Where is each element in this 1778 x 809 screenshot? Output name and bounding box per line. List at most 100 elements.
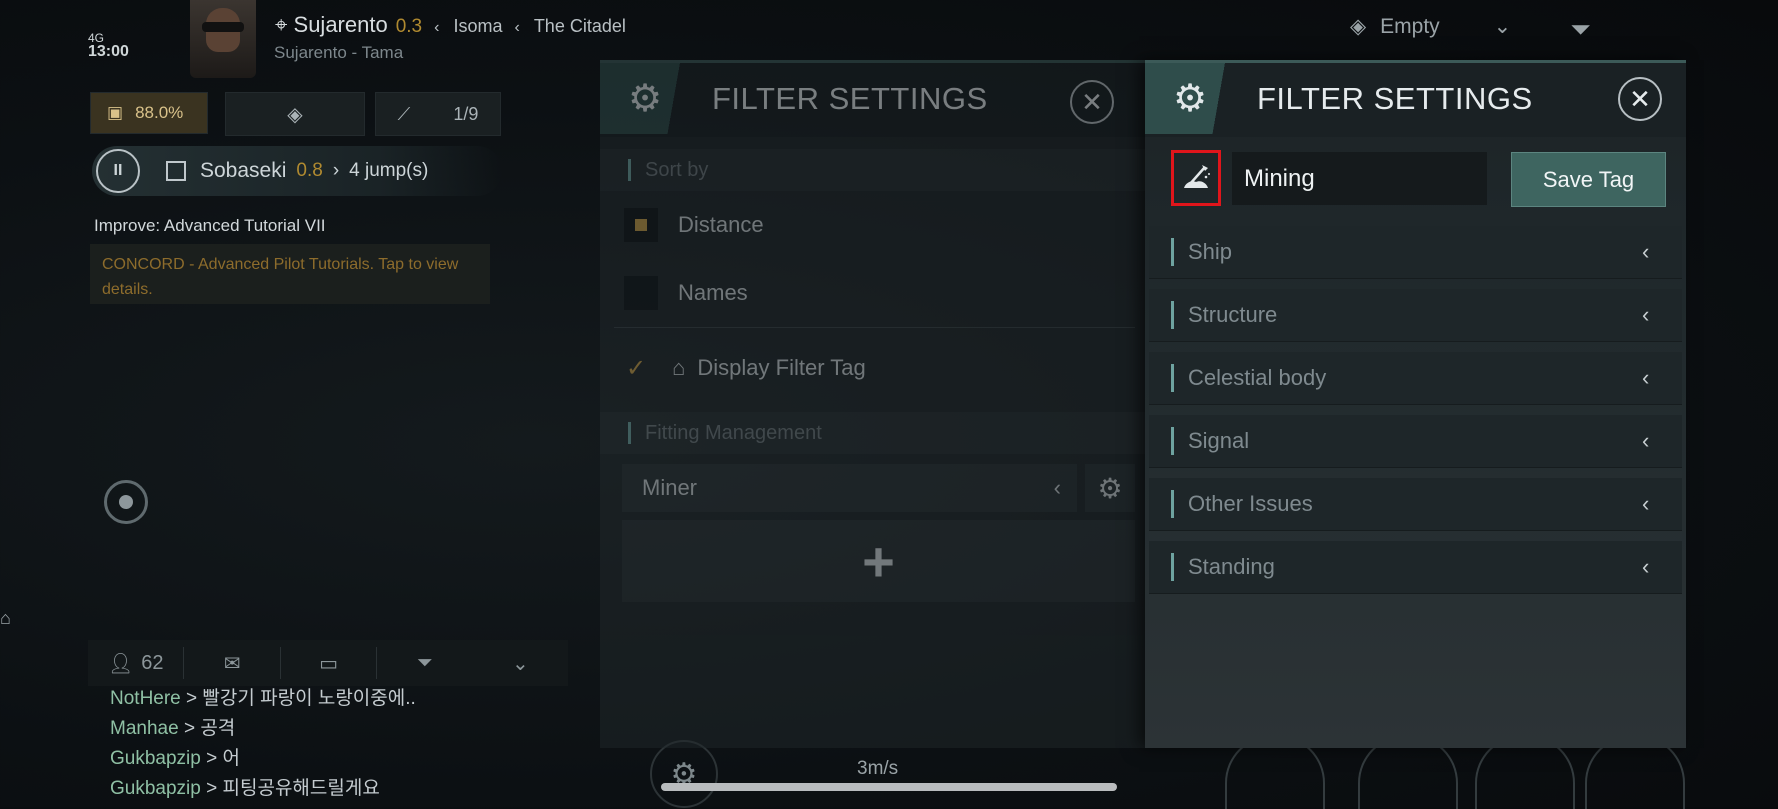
chat-text: > 피팅공유해드릴게요: [206, 778, 380, 799]
category-signal[interactable]: Signal ‹: [1149, 415, 1682, 468]
chat-author[interactable]: Manhae: [110, 718, 179, 739]
section-marker: [1171, 427, 1174, 455]
category-label: Ship: [1188, 239, 1233, 264]
chat-members-button[interactable]: 👤︎ 62: [88, 651, 183, 676]
display-filter-tag-toggle[interactable]: ✓ ⌂ Display Filter Tag: [600, 328, 1145, 408]
category-ship[interactable]: Ship ‹: [1149, 226, 1682, 279]
category-label: Other Issues: [1188, 491, 1313, 516]
person-icon: 👤︎: [107, 652, 134, 675]
fitting-gear-icon[interactable]: ⚙: [1085, 464, 1135, 512]
region-name: Isoma: [453, 16, 503, 36]
stack-icon: ◈: [1350, 15, 1367, 38]
chat-filter-button[interactable]: ⏷: [377, 652, 472, 675]
chat-member-count: 62: [141, 651, 164, 674]
category-standing[interactable]: Standing ‹: [1149, 541, 1682, 594]
category-other-issues[interactable]: Other Issues ‹: [1149, 478, 1682, 531]
portrait-glasses: [202, 22, 244, 32]
cargo-percent: 88.0%: [135, 103, 184, 122]
filter-categories: Ship ‹ Structure ‹ Celestial body ‹ Sign…: [1149, 226, 1682, 604]
location-breadcrumb[interactable]: ⌖ Sujarento 0.3 ‹ Isoma ‹ The Citadel: [275, 12, 626, 38]
chat-author[interactable]: Gukbapzip: [110, 778, 201, 799]
fitting-header: Fitting Management: [600, 412, 1145, 454]
cargo-cube-icon: ▣: [107, 103, 124, 122]
sort-option-distance[interactable]: Distance: [600, 191, 1145, 259]
stats-button[interactable]: ⟋ 1/9: [375, 92, 501, 136]
location-pin-icon: ⌖: [275, 12, 288, 37]
chat-message: NotHere > 빨강기 파랑이 노랑이중에..: [110, 684, 416, 714]
tag-icon-button[interactable]: [1171, 150, 1221, 206]
target-lock-icon[interactable]: [104, 480, 148, 524]
home-icon[interactable]: ⌂: [0, 608, 11, 629]
wings-icon: ◈: [287, 103, 303, 126]
category-label: Standing: [1188, 554, 1275, 579]
option-label: Distance: [678, 212, 764, 237]
section-marker: [1171, 301, 1174, 329]
filter-settings-panel-background: ⚙ FILTER SETTINGS ✕ Sort by Distance Nam…: [600, 60, 1145, 748]
panel-header: ⚙ FILTER SETTINGS ✕: [600, 60, 1145, 137]
close-icon[interactable]: ✕: [1618, 77, 1662, 121]
category-label: Signal: [1188, 428, 1250, 453]
section-marker: [1171, 490, 1174, 518]
section-marker: [1171, 364, 1174, 392]
ship-settings-gear-icon[interactable]: ⚙: [650, 740, 718, 808]
chat-collapse-button[interactable]: ⌄: [473, 651, 568, 676]
tag-name-input[interactable]: [1232, 152, 1487, 205]
chat-toolbar: 👤︎ 62 ✉ ▭ ⏷ ⌄: [88, 640, 568, 686]
chat-author[interactable]: NotHere: [110, 688, 181, 709]
route-jumps: 4 jump(s): [349, 160, 429, 181]
add-fitting-button[interactable]: +: [622, 520, 1135, 602]
chat-author[interactable]: Gukbapzip: [110, 748, 201, 769]
preset-value: Empty: [1380, 14, 1440, 38]
home-indicator: [661, 783, 1117, 791]
chat-text: > 어: [206, 748, 240, 769]
checkmark-icon: ✓: [626, 354, 647, 382]
fitting-select[interactable]: Miner ‹: [622, 464, 1077, 512]
filter-settings-panel: ⚙ FILTER SETTINGS ✕ Save Tag Ship ‹ Stru…: [1145, 60, 1686, 748]
section-label: Fitting Management: [645, 421, 822, 444]
stats-count: 1/9: [453, 103, 479, 124]
category-celestial-body[interactable]: Celestial body ‹: [1149, 352, 1682, 405]
fleet-button[interactable]: ◈: [225, 92, 365, 136]
category-structure[interactable]: Structure ‹: [1149, 289, 1682, 342]
cargo-button[interactable]: ▣ 88.0%: [90, 92, 208, 134]
chat-message: Gukbapzip > 어: [110, 744, 416, 774]
mining-icon: [1184, 165, 1210, 188]
autopilot-route[interactable]: II Sobaseki 0.8 › 4 jump(s): [92, 146, 502, 196]
section-marker: [628, 159, 631, 181]
constellation-name: The Citadel: [533, 16, 626, 36]
pause-icon[interactable]: II: [96, 149, 140, 193]
mission-title[interactable]: Improve: Advanced Tutorial VII: [94, 216, 326, 236]
chart-line-icon: ⟋: [397, 103, 411, 124]
overview-preset-select[interactable]: ◈ Empty ⌄: [1350, 14, 1511, 39]
mission-detail[interactable]: CONCORD - Advanced Pilot Tutorials. Tap …: [90, 244, 490, 304]
chevron-left-icon: ‹: [434, 19, 440, 36]
chat-mail-button[interactable]: ✉: [184, 651, 279, 676]
filter-icon[interactable]: ⏷: [1570, 14, 1591, 46]
close-icon[interactable]: ✕: [1070, 80, 1114, 124]
location-subtitle: Sujarento - Tama: [274, 43, 404, 62]
chat-text: > 빨강기 파랑이 노랑이중에..: [186, 688, 416, 709]
route-security: 0.8: [296, 160, 323, 181]
chat-message: Manhae > 공격: [110, 714, 416, 744]
panel-header: ⚙ FILTER SETTINGS ✕: [1145, 60, 1686, 137]
checkbox[interactable]: [624, 276, 658, 310]
gear-icon: ⚙: [600, 63, 690, 134]
chevron-left-icon: ‹: [1053, 475, 1061, 500]
system-security: 0.3: [395, 16, 423, 37]
category-label: Celestial body: [1188, 365, 1327, 390]
chevron-left-icon: ‹: [1642, 554, 1650, 579]
speed-readout: 3m/s: [857, 758, 899, 779]
checkbox[interactable]: [624, 208, 658, 242]
status-indicator: 4G 13:00: [88, 32, 129, 60]
chat-log[interactable]: NotHere > 빨강기 파랑이 노랑이중에.. Manhae > 공격 Gu…: [110, 684, 416, 804]
sort-by-header: Sort by: [600, 149, 1145, 191]
section-marker: [1171, 553, 1174, 581]
save-tag-button[interactable]: Save Tag: [1511, 152, 1666, 207]
option-label: Names: [678, 280, 748, 305]
sort-option-names[interactable]: Names: [600, 259, 1145, 327]
chevron-left-icon: ‹: [1642, 365, 1650, 390]
pilot-portrait[interactable]: [190, 0, 256, 78]
filter-icon: ⏷: [416, 651, 433, 674]
section-label: Sort by: [645, 158, 709, 181]
chat-channel-button[interactable]: ▭: [281, 651, 376, 676]
